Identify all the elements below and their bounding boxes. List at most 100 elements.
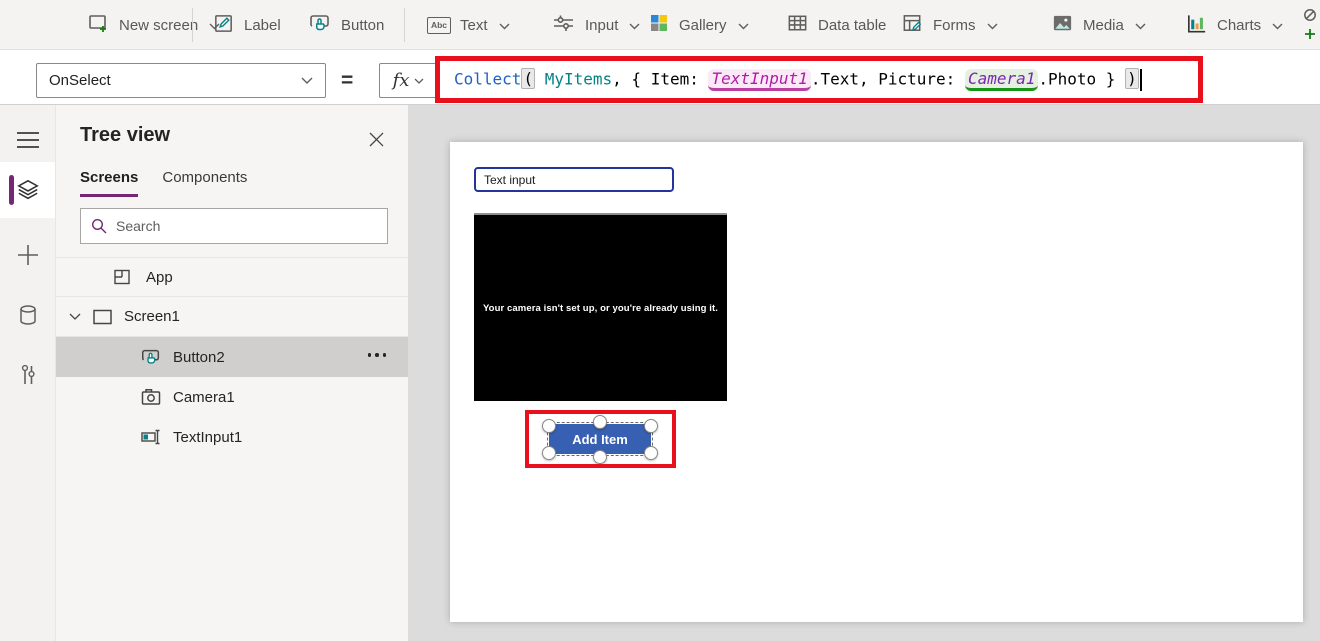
tree-view-rail-button[interactable] bbox=[0, 162, 55, 218]
more-options-icon[interactable] bbox=[368, 353, 387, 357]
formula-space bbox=[535, 69, 545, 88]
tab-components[interactable]: Components bbox=[162, 169, 247, 197]
text-abc-icon: Abc bbox=[427, 17, 451, 34]
formula-input[interactable]: Collect( MyItems, { Item: TextInput1.Tex… bbox=[440, 69, 1142, 91]
database-icon bbox=[16, 303, 40, 327]
camera-message: Your camera isn't set up, or you're alre… bbox=[483, 303, 718, 314]
search-input[interactable] bbox=[116, 218, 346, 234]
chevron-down-icon bbox=[499, 17, 510, 34]
gallery-menu[interactable]: Gallery bbox=[648, 0, 749, 50]
text-menu[interactable]: Abc Text bbox=[427, 0, 510, 50]
data-table-label: Data table bbox=[818, 17, 886, 34]
label-icon bbox=[212, 12, 235, 39]
input-menu[interactable]: Input bbox=[551, 0, 640, 50]
layers-icon bbox=[15, 177, 41, 203]
chevron-down-icon bbox=[987, 17, 998, 34]
media-menu[interactable]: Media bbox=[1051, 0, 1146, 50]
label-label: Label bbox=[244, 17, 281, 34]
data-table-button[interactable]: Data table bbox=[786, 0, 886, 50]
formula-close-paren: ) bbox=[1125, 68, 1139, 89]
tree-item-label: Camera1 bbox=[173, 389, 235, 406]
screen1-artboard[interactable]: Your camera isn't set up, or you're alre… bbox=[450, 142, 1303, 622]
formula-function: Collect bbox=[454, 69, 521, 88]
insert-toolbar: New screen Label Button Abc Text bbox=[0, 0, 1320, 50]
formula-text: .Text, Picture: bbox=[811, 69, 965, 88]
data-rail-button[interactable] bbox=[0, 290, 55, 340]
chevron-down-icon[interactable] bbox=[69, 313, 81, 321]
search-icon bbox=[91, 218, 107, 234]
tree-item-label: Screen1 bbox=[124, 308, 180, 325]
tree-tabs: Screens Components bbox=[80, 169, 247, 197]
chevron-down-icon bbox=[629, 17, 640, 34]
powerapps-studio: New screen Label Button Abc Text bbox=[0, 0, 1320, 641]
formula-open-paren: ( bbox=[521, 68, 535, 89]
tools-icon bbox=[16, 362, 40, 388]
label-button[interactable]: Label bbox=[212, 0, 281, 50]
new-screen-button[interactable]: New screen bbox=[86, 0, 220, 50]
textinput1-control[interactable] bbox=[474, 167, 674, 192]
button-control-icon bbox=[140, 346, 162, 368]
active-indicator bbox=[9, 175, 14, 205]
media-label: Media bbox=[1083, 17, 1124, 34]
camera-control-icon bbox=[140, 387, 162, 407]
charts-label: Charts bbox=[1217, 17, 1261, 34]
tree-item-textinput1[interactable]: TextInput1 bbox=[56, 417, 408, 457]
forms-icon bbox=[901, 12, 924, 39]
tree-search[interactable] bbox=[80, 208, 388, 244]
chevron-down-icon bbox=[738, 17, 749, 34]
formula-highlight-box: Collect( MyItems, { Item: TextInput1.Tex… bbox=[435, 56, 1203, 103]
toolbar-divider bbox=[192, 8, 193, 42]
formula-text: , { Item: bbox=[612, 69, 708, 88]
media-icon bbox=[1051, 12, 1074, 39]
left-nav-rail bbox=[0, 105, 55, 641]
advanced-tools-rail-button[interactable] bbox=[0, 350, 55, 400]
equals-sign: = bbox=[341, 63, 353, 98]
tree-item-label: Button2 bbox=[173, 349, 225, 366]
close-icon bbox=[369, 132, 384, 147]
charts-icon bbox=[1185, 12, 1208, 39]
forms-menu[interactable]: Forms bbox=[901, 0, 998, 50]
tree-item-label: TextInput1 bbox=[173, 429, 242, 446]
icons-menu-partial[interactable] bbox=[1302, 0, 1320, 50]
data-table-icon bbox=[786, 12, 809, 39]
circle-slash-plus-icon bbox=[1302, 7, 1320, 43]
tab-screens[interactable]: Screens bbox=[80, 169, 138, 197]
new-screen-icon bbox=[86, 11, 110, 39]
screen-icon bbox=[92, 308, 113, 326]
formula-text: .Photo } bbox=[1038, 69, 1125, 88]
chevron-down-icon bbox=[1135, 17, 1146, 34]
close-panel-button[interactable] bbox=[366, 129, 386, 149]
text-input-control-icon bbox=[140, 427, 162, 447]
button-label: Button bbox=[341, 17, 384, 34]
fx-button[interactable]: fx bbox=[379, 63, 438, 98]
tree-item-app[interactable]: App bbox=[56, 257, 408, 297]
toolbar-divider bbox=[404, 8, 405, 42]
red-highlight-box bbox=[525, 410, 676, 468]
tree-item-screen1[interactable]: Screen1 bbox=[56, 297, 408, 337]
design-canvas: Your camera isn't set up, or you're alre… bbox=[409, 105, 1320, 641]
property-selector[interactable]: OnSelect bbox=[36, 63, 326, 98]
formula-bar: OnSelect = fx Collect( MyItems, { Item: … bbox=[0, 50, 1320, 105]
input-label: Input bbox=[585, 17, 618, 34]
hamburger-icon bbox=[16, 131, 40, 149]
chevron-down-icon bbox=[1272, 17, 1283, 34]
input-icon bbox=[551, 11, 576, 39]
tree-view-panel: Tree view Screens Components App bbox=[55, 105, 409, 641]
text-label: Text bbox=[460, 17, 488, 34]
hamburger-menu-button[interactable] bbox=[0, 115, 55, 165]
gallery-icon bbox=[648, 12, 670, 38]
formula-camera1-token: Camera1 bbox=[965, 69, 1038, 91]
tree-item-button2[interactable]: Button2 bbox=[56, 337, 408, 377]
panel-title: Tree view bbox=[80, 124, 170, 147]
insert-rail-button[interactable] bbox=[0, 230, 55, 280]
gallery-label: Gallery bbox=[679, 17, 727, 34]
chevron-down-icon bbox=[414, 72, 424, 90]
tree-rows: App Screen1 Button2 bbox=[56, 257, 408, 457]
button-button[interactable]: Button bbox=[308, 0, 384, 50]
charts-menu[interactable]: Charts bbox=[1185, 0, 1283, 50]
camera1-control[interactable]: Your camera isn't set up, or you're alre… bbox=[474, 213, 727, 401]
fx-icon: fx bbox=[393, 70, 410, 91]
plus-icon bbox=[17, 244, 39, 266]
tree-item-camera1[interactable]: Camera1 bbox=[56, 377, 408, 417]
app-icon bbox=[112, 267, 132, 287]
